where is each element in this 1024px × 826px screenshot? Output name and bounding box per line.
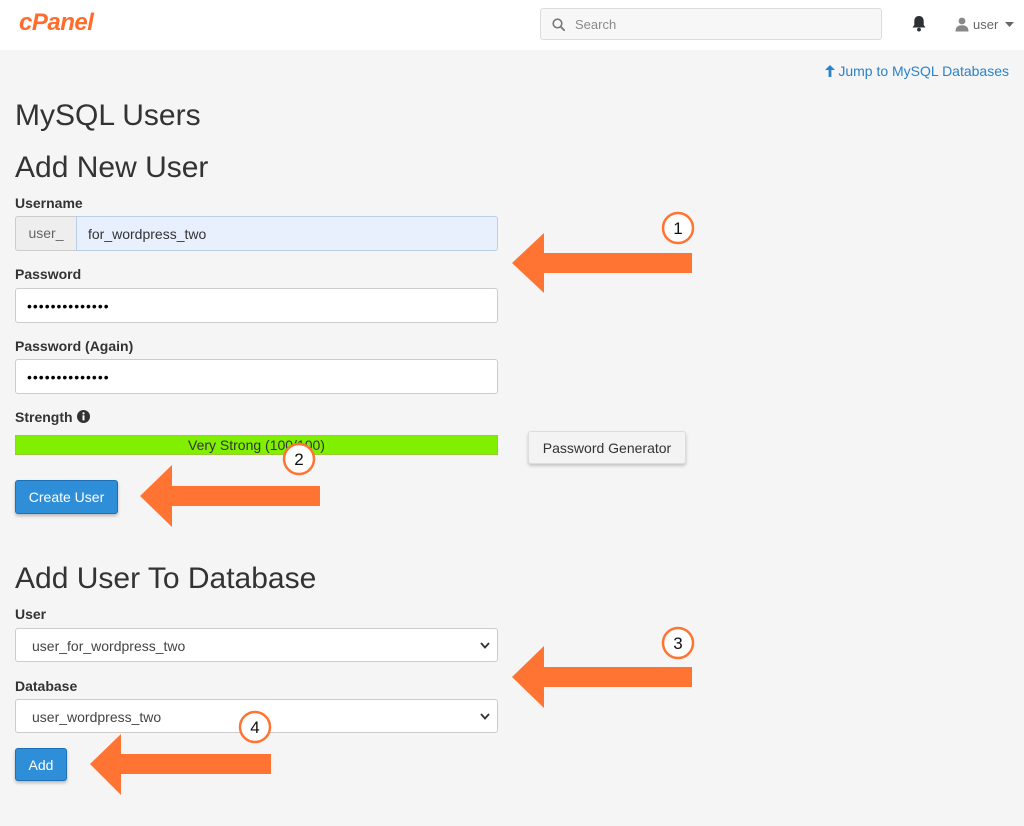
annotation-overlay: 1 2 3 4 <box>90 211 695 795</box>
marker-4: 4 <box>238 710 272 744</box>
arrow-annotation-2 <box>140 465 320 527</box>
marker-2-label: 2 <box>294 450 303 469</box>
marker-2: 2 <box>282 442 316 476</box>
marker-3: 3 <box>661 626 695 660</box>
marker-1-label: 1 <box>673 219 682 238</box>
marker-1: 1 <box>661 211 695 245</box>
marker-4-label: 4 <box>250 718 259 737</box>
arrow-annotation-3 <box>512 646 692 708</box>
marker-3-label: 3 <box>673 634 682 653</box>
arrow-annotation-1 <box>512 233 692 293</box>
arrow-annotation-4 <box>90 734 271 795</box>
